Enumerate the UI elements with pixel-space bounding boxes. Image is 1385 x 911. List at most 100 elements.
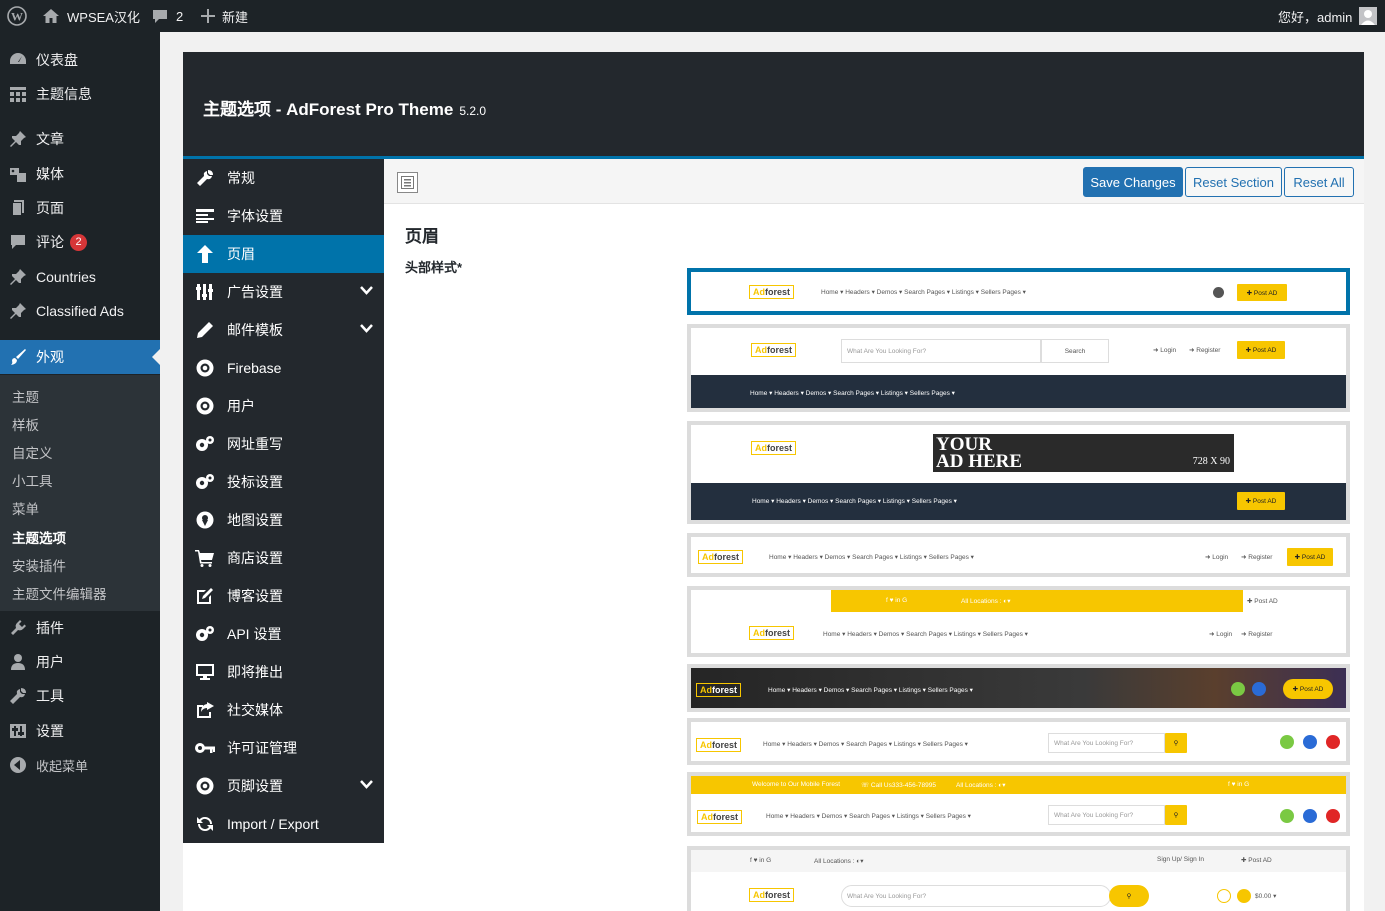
- menu-tools[interactable]: 工具: [0, 679, 160, 713]
- nav-url-rewrite[interactable]: 网址重写: [183, 425, 384, 463]
- menu-collapse[interactable]: 收起菜单: [0, 748, 160, 782]
- avatar: [1359, 7, 1378, 25]
- nav-social-media[interactable]: 社交媒体: [183, 691, 384, 729]
- reset-all-button[interactable]: Reset All: [1284, 167, 1354, 197]
- header-style-option-4[interactable]: Adforest Home ▾ Headers ▾ Demos ▾ Search…: [687, 533, 1350, 577]
- menu-settings[interactable]: 设置: [0, 714, 160, 748]
- new-label: 新建: [222, 9, 249, 25]
- header-style-option-3[interactable]: Adforest YOUR AD HERE 728 X 90 Home ▾ He…: [687, 421, 1350, 524]
- nav-email-templates[interactable]: 邮件模板: [183, 311, 384, 349]
- menu-appearance[interactable]: 外观: [0, 340, 160, 374]
- submenu-install-plugins[interactable]: 安装插件: [12, 555, 66, 575]
- nav-map[interactable]: 地图设置: [183, 501, 384, 539]
- panel-header: 主题选项 - AdForest Pro Theme 5.2.0: [183, 52, 1364, 156]
- nav-firebase[interactable]: Firebase: [183, 349, 384, 387]
- search-icon: ⚲: [1165, 805, 1187, 825]
- submenu-theme-options[interactable]: 主题选项: [12, 527, 66, 547]
- submenu-widgets[interactable]: 小工具: [12, 470, 53, 490]
- my-account-link[interactable]: 您好，admin: [1278, 0, 1378, 32]
- expand-toggle[interactable]: [397, 172, 418, 193]
- adforest-logo: Adforest: [751, 441, 797, 455]
- pushpin-icon: [0, 130, 36, 148]
- collapse-arrow-icon: [0, 756, 36, 774]
- section-title: 页眉: [405, 227, 439, 246]
- adforest-logo: Adforest: [749, 888, 795, 902]
- header-style-option-7[interactable]: Adforest Home ▾ Headers ▾ Demos ▾ Search…: [687, 718, 1350, 765]
- nav-footer[interactable]: 页脚设置: [183, 767, 384, 805]
- gear-circle-icon: [183, 359, 227, 377]
- submenu-patterns[interactable]: 样板: [12, 414, 39, 434]
- submenu-themes[interactable]: 主题: [12, 386, 39, 406]
- chevron-down-icon: [360, 780, 373, 790]
- home-icon: [42, 8, 60, 24]
- menu-classified-ads[interactable]: Classified Ads: [0, 294, 160, 328]
- header-style-option-2[interactable]: Adforest What Are You Looking For? Searc…: [687, 324, 1350, 412]
- nav-import-export[interactable]: Import / Export: [183, 805, 384, 843]
- submenu-menus[interactable]: 菜单: [12, 498, 39, 518]
- wordpress-logo-icon[interactable]: W: [7, 0, 27, 32]
- adforest-logo: Adforest: [749, 626, 795, 640]
- nav-blog[interactable]: 博客设置: [183, 577, 384, 615]
- wrench-icon: [183, 169, 227, 187]
- user-icon: [0, 653, 36, 671]
- preview-nav: Home ▾ Headers ▾ Demos ▾ Search Pages ▾ …: [823, 631, 1028, 638]
- dashboard-gauge-icon: [0, 51, 36, 69]
- page-icon: [0, 199, 36, 217]
- preview-post-ad-button: ✚ Post AD: [1237, 284, 1287, 301]
- preview-avatar: [1213, 287, 1224, 298]
- preview-ad-banner: YOUR AD HERE 728 X 90: [933, 434, 1234, 472]
- menu-media[interactable]: 媒体: [0, 157, 160, 191]
- header-style-option-9[interactable]: f ♥ in G All Locations : ◐▾ Sign Up/ Sig…: [687, 846, 1350, 911]
- options-toolbar: Save Changes Reset Section Reset All: [384, 159, 1364, 204]
- menu-users[interactable]: 用户: [0, 645, 160, 679]
- nav-ads-settings[interactable]: 广告设置: [183, 273, 384, 311]
- search-icon: ⚲: [1109, 885, 1149, 907]
- comments-count: 2: [176, 8, 184, 24]
- nav-header[interactable]: 页眉: [183, 235, 384, 273]
- monitor-icon: [183, 663, 227, 681]
- header-style-option-6[interactable]: Adforest Home ▾ Headers ▾ Demos ▾ Search…: [687, 664, 1350, 712]
- adforest-logo: Adforest: [697, 810, 743, 824]
- preview-nav: Home ▾ Headers ▾ Demos ▾ Search Pages ▾ …: [769, 554, 974, 561]
- preview-nav: Home ▾ Headers ▾ Demos ▾ Search Pages ▾ …: [766, 813, 971, 820]
- submenu-customize[interactable]: 自定义: [12, 442, 53, 462]
- admin-menu: 仪表盘 主题信息 文章 媒体 页面 评论 2 Countries Classif…: [0, 32, 160, 911]
- menu-theme-info[interactable]: 主题信息: [0, 77, 160, 111]
- reset-section-button[interactable]: Reset Section: [1185, 167, 1282, 197]
- new-content-link[interactable]: 新建: [201, 0, 248, 32]
- nav-users[interactable]: 用户: [183, 387, 384, 425]
- menu-dashboard[interactable]: 仪表盘: [0, 43, 160, 77]
- nav-bidding[interactable]: 投标设置: [183, 463, 384, 501]
- comments-link[interactable]: 2: [152, 0, 183, 32]
- nav-api[interactable]: API 设置: [183, 615, 384, 653]
- site-name-link[interactable]: WPSEA汉化: [42, 0, 140, 32]
- menu-pages[interactable]: 页面: [0, 191, 160, 225]
- equalizer-icon: [183, 283, 227, 301]
- menu-posts[interactable]: 文章: [0, 122, 160, 156]
- submenu-theme-file-editor[interactable]: 主题文件编辑器: [12, 583, 107, 603]
- header-style-option-5[interactable]: f ♥ in G All Locations : ◐▾ ✚ Post AD Ad…: [687, 586, 1350, 657]
- refresh-icon: [183, 815, 227, 833]
- nav-coming-soon[interactable]: 即将推出: [183, 653, 384, 691]
- wrench-icon: [0, 687, 36, 705]
- map-marker-icon: [183, 511, 227, 529]
- menu-plugins[interactable]: 插件: [0, 611, 160, 645]
- comments-badge: 2: [70, 233, 87, 251]
- preview-top-strip: Welcome to Our Mobile Forest ☏ Call Us33…: [691, 776, 1346, 794]
- menu-countries[interactable]: Countries: [0, 260, 160, 294]
- nav-shop[interactable]: 商店设置: [183, 539, 384, 577]
- nav-typography[interactable]: 字体设置: [183, 197, 384, 235]
- header-style-option-8[interactable]: Welcome to Our Mobile Forest ☏ Call Us33…: [687, 772, 1350, 836]
- admin-bar: W WPSEA汉化 2 新建 您好，admin: [0, 0, 1385, 32]
- header-style-label: 头部样式*: [405, 260, 463, 275]
- nav-general[interactable]: 常规: [183, 159, 384, 197]
- appearance-submenu: 主题 样板 自定义 小工具 菜单 主题选项 安装插件 主题文件编辑器: [0, 375, 160, 611]
- preview-dark-navbar: Home ▾ Headers ▾ Demos ▾ Search Pages ▾ …: [691, 375, 1346, 408]
- header-style-option-1[interactable]: Adforest Home ▾ Headers ▾ Demos ▾ Search…: [687, 268, 1350, 315]
- options-nav: 常规 字体设置 页眉 广告设置 邮件模板 Firebase 用户 网址重写 投标…: [183, 159, 384, 843]
- comment-bubble-icon: [152, 8, 168, 24]
- preview-top-strip: f ♥ in G All Locations : ◐▾ Sign Up/ Sig…: [691, 850, 1346, 872]
- save-changes-button[interactable]: Save Changes: [1083, 167, 1183, 197]
- menu-comments[interactable]: 评论 2: [0, 225, 160, 259]
- nav-license[interactable]: 许可证管理: [183, 729, 384, 767]
